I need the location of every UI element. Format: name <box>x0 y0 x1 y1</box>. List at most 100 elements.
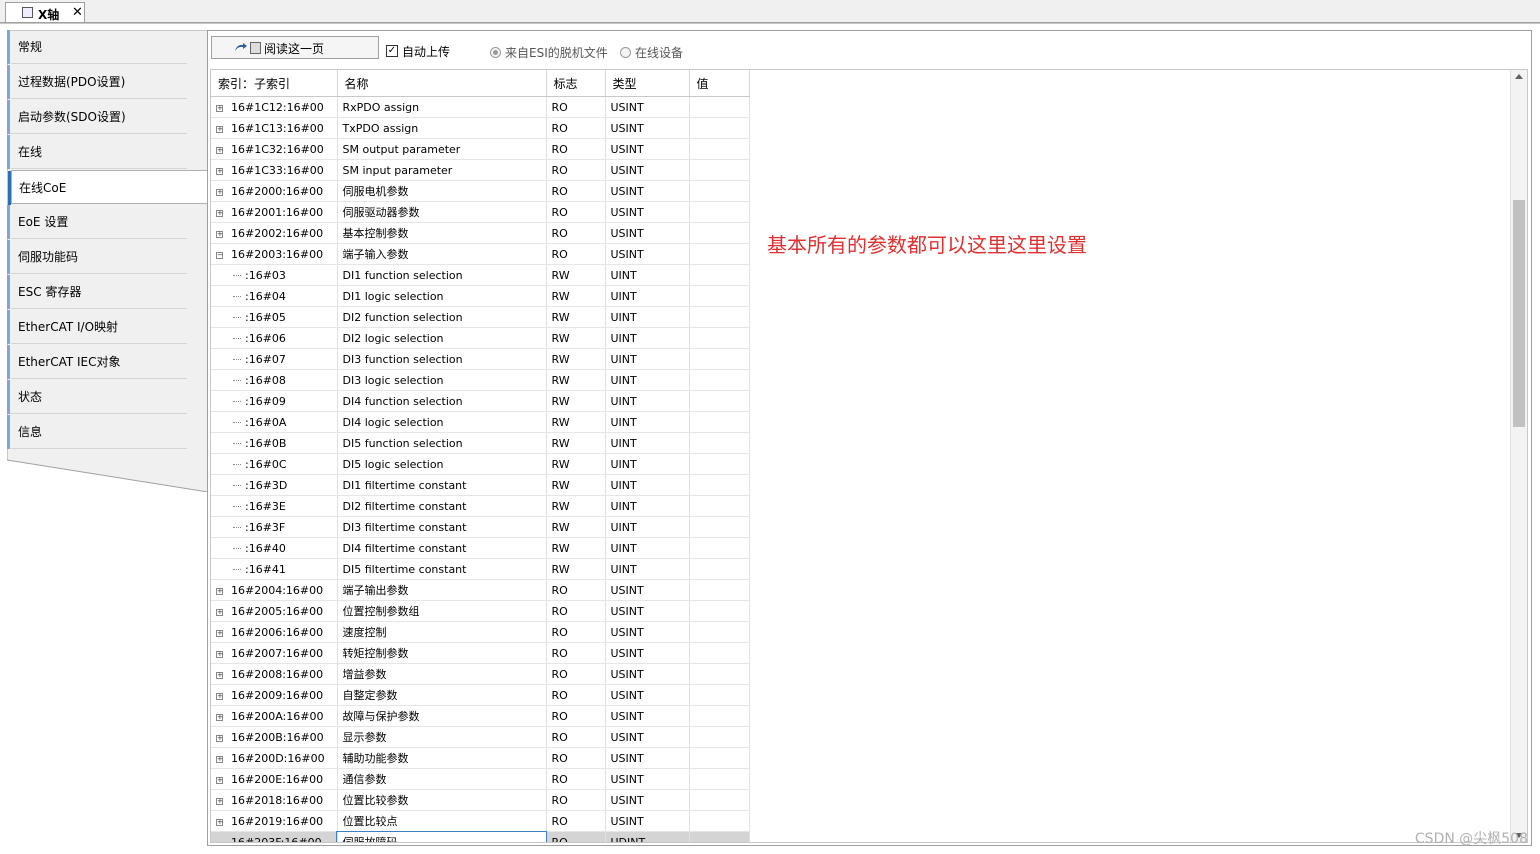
sidebar-item[interactable]: EoE 设置 <box>7 205 187 239</box>
table-row[interactable]: :16#40 DI4 filtertime constant RW UINT <box>211 537 750 559</box>
value-cell[interactable] <box>689 579 750 601</box>
expand-icon[interactable]: + <box>216 104 223 112</box>
value-cell[interactable] <box>689 600 750 622</box>
expand-icon[interactable]: + <box>216 650 223 658</box>
table-row[interactable]: +16#2018:16#00 位置比较参数 RO USINT <box>211 789 750 811</box>
value-cell[interactable] <box>689 684 750 706</box>
table-row[interactable]: :16#0A DI4 logic selection RW UINT <box>211 411 750 433</box>
value-cell[interactable] <box>689 705 750 727</box>
table-row[interactable]: :16#3D DI1 filtertime constant RW UINT <box>211 474 750 496</box>
expand-icon[interactable]: + <box>216 797 223 805</box>
value-cell[interactable] <box>689 390 750 412</box>
collapse-icon[interactable]: − <box>216 251 223 259</box>
expand-icon[interactable] <box>216 838 223 843</box>
expand-icon[interactable]: + <box>216 818 223 826</box>
value-cell[interactable] <box>689 264 750 286</box>
table-row[interactable]: +16#200B:16#00 显示参数 RO USINT <box>211 726 750 748</box>
expand-icon[interactable]: + <box>216 608 223 616</box>
value-cell[interactable] <box>689 789 750 811</box>
read-page-button[interactable]: 阅读这一页 <box>211 36 379 59</box>
value-cell[interactable] <box>689 348 750 370</box>
value-cell[interactable] <box>689 453 750 475</box>
value-cell[interactable] <box>689 201 750 223</box>
expand-icon[interactable]: + <box>216 692 223 700</box>
table-row[interactable]: +16#2008:16#00 增益参数 RO USINT <box>211 663 750 685</box>
col-value-header[interactable]: 值 <box>689 70 750 97</box>
table-row[interactable]: :16#03 DI1 function selection RW UINT <box>211 264 750 286</box>
sidebar-item[interactable]: ESC 寄存器 <box>7 275 187 309</box>
value-cell[interactable] <box>689 768 750 790</box>
value-cell[interactable] <box>689 96 750 118</box>
sidebar-item[interactable]: 状态 <box>7 380 187 414</box>
value-cell[interactable] <box>689 138 750 160</box>
value-cell[interactable] <box>689 642 750 664</box>
vertical-scrollbar[interactable] <box>1510 70 1527 842</box>
value-cell[interactable] <box>689 222 750 244</box>
table-row[interactable]: :16#41 DI5 filtertime constant RW UINT <box>211 558 750 580</box>
auto-upload-checkbox[interactable]: ✓ <box>386 45 398 57</box>
value-cell[interactable] <box>689 159 750 181</box>
table-row[interactable]: +16#2001:16#00 伺服驱动器参数 RO USINT <box>211 201 750 223</box>
table-row[interactable]: :16#07 DI3 function selection RW UINT <box>211 348 750 370</box>
value-cell[interactable] <box>689 831 750 842</box>
expand-icon[interactable]: + <box>216 167 223 175</box>
col-index-header[interactable]: 索引：子索引 <box>211 70 338 97</box>
expand-icon[interactable]: + <box>216 671 223 679</box>
table-row[interactable]: +16#1C32:16#00 SM output parameter RO USINT <box>211 138 750 160</box>
expand-icon[interactable]: + <box>216 209 223 217</box>
table-row[interactable]: :16#06 DI2 logic selection RW UINT <box>211 327 750 349</box>
expand-icon[interactable]: + <box>216 776 223 784</box>
value-cell[interactable] <box>689 243 750 265</box>
value-cell[interactable] <box>689 621 750 643</box>
online-device-radio[interactable] <box>620 47 631 58</box>
sidebar-item[interactable]: 启动参数(SDO设置) <box>7 100 187 134</box>
table-row[interactable]: :16#04 DI1 logic selection RW UINT <box>211 285 750 307</box>
value-cell[interactable] <box>689 726 750 748</box>
table-row[interactable]: +16#200E:16#00 通信参数 RO USINT <box>211 768 750 790</box>
table-row[interactable]: +16#2019:16#00 位置比较点 RO USINT <box>211 810 750 832</box>
value-cell[interactable] <box>689 411 750 433</box>
scroll-up-icon[interactable] <box>1515 74 1523 79</box>
table-row[interactable]: +16#2005:16#00 位置控制参数组 RO USINT <box>211 600 750 622</box>
value-cell[interactable] <box>689 747 750 769</box>
tab-x-axis[interactable]: X轴 ✕ <box>5 2 85 22</box>
sidebar-item[interactable]: 信息 <box>7 415 187 449</box>
table-row[interactable]: +16#2007:16#00 转矩控制参数 RO USINT <box>211 642 750 664</box>
value-cell[interactable] <box>689 180 750 202</box>
table-row[interactable]: :16#0B DI5 function selection RW UINT <box>211 432 750 454</box>
table-row[interactable]: +16#200D:16#00 辅助功能参数 RO USINT <box>211 747 750 769</box>
expand-icon[interactable]: + <box>216 629 223 637</box>
value-cell[interactable] <box>689 369 750 391</box>
sidebar-item[interactable]: EtherCAT I/O映射 <box>7 310 187 344</box>
value-cell[interactable] <box>689 327 750 349</box>
esi-offline-radio[interactable] <box>490 47 501 58</box>
col-type-header[interactable]: 类型 <box>605 70 690 97</box>
table-row[interactable]: +16#2004:16#00 端子输出参数 RO USINT <box>211 579 750 601</box>
value-cell[interactable] <box>689 432 750 454</box>
col-flag-header[interactable]: 标志 <box>546 70 606 97</box>
value-cell[interactable] <box>689 117 750 139</box>
table-row[interactable]: +16#200A:16#00 故障与保护参数 RO USINT <box>211 705 750 727</box>
value-cell[interactable] <box>689 495 750 517</box>
table-row[interactable]: :16#3F DI3 filtertime constant RW UINT <box>211 516 750 538</box>
value-cell[interactable] <box>689 810 750 832</box>
table-row[interactable]: :16#09 DI4 function selection RW UINT <box>211 390 750 412</box>
sidebar-item[interactable]: 常规 <box>7 30 187 64</box>
value-cell[interactable] <box>689 537 750 559</box>
table-row[interactable]: :16#3E DI2 filtertime constant RW UINT <box>211 495 750 517</box>
expand-icon[interactable]: + <box>216 146 223 154</box>
table-row[interactable]: 16#203F:16#00 伺服故障码 RO UDINT <box>211 830 750 843</box>
table-row[interactable]: +16#2000:16#00 伺服电机参数 RO USINT <box>211 180 750 202</box>
table-row[interactable]: +16#2002:16#00 基本控制参数 RO USINT <box>211 222 750 244</box>
expand-icon[interactable]: + <box>216 125 223 133</box>
value-cell[interactable] <box>689 474 750 496</box>
expand-icon[interactable]: + <box>216 755 223 763</box>
value-cell[interactable] <box>689 306 750 328</box>
table-row[interactable]: +16#2009:16#00 自整定参数 RO USINT <box>211 684 750 706</box>
sidebar-item[interactable]: EtherCAT IEC对象 <box>7 345 187 379</box>
col-name-header[interactable]: 名称 <box>337 70 547 97</box>
expand-icon[interactable]: + <box>216 713 223 721</box>
sidebar-item[interactable]: 在线 <box>7 135 187 169</box>
sidebar-item[interactable]: 过程数据(PDO设置) <box>7 65 187 99</box>
expand-icon[interactable]: + <box>216 188 223 196</box>
